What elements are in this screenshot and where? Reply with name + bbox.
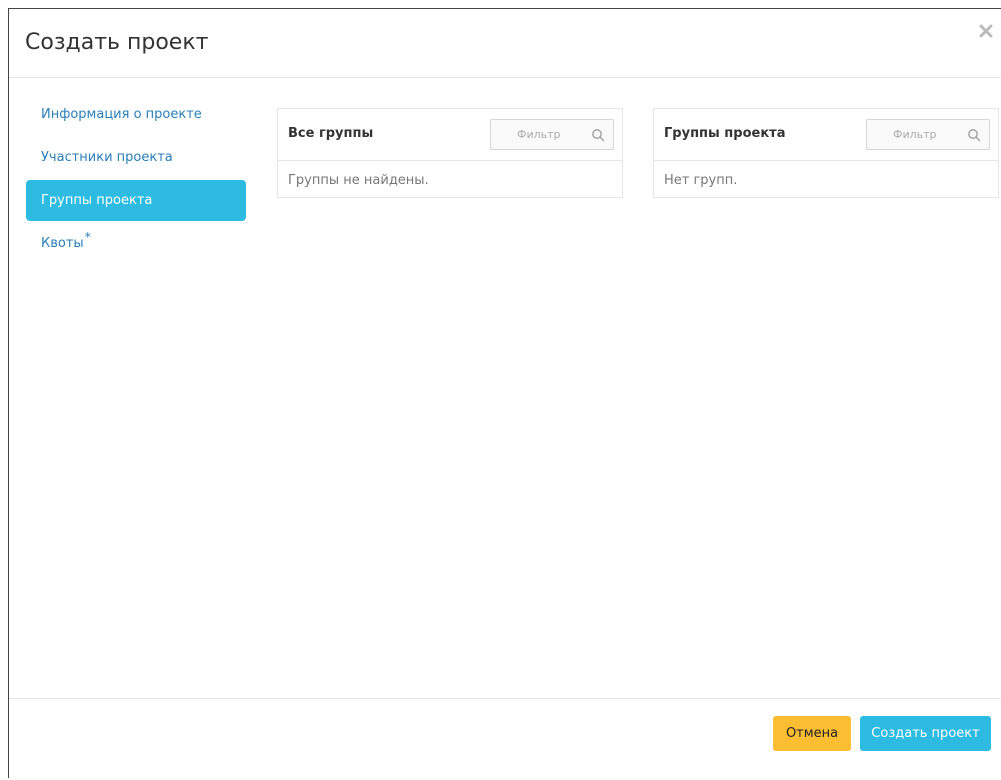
nav-item-label: Участники проекта	[41, 150, 173, 165]
project-groups-filter-input[interactable]	[867, 120, 967, 149]
nav-item-label: Информация о проекте	[41, 107, 202, 122]
create-project-button[interactable]: Создать проект	[860, 716, 991, 751]
all-groups-header: Все группы	[278, 109, 622, 161]
nav-item-project-info[interactable]: Информация о проекте	[26, 94, 246, 135]
all-groups-empty-text: Группы не найдены.	[288, 173, 429, 188]
search-icon	[592, 129, 605, 142]
project-groups-title: Группы проекта	[664, 126, 786, 141]
all-groups-panel: Все группы Группы не найдены.	[277, 108, 623, 198]
nav-item-label: Группы проекта	[41, 193, 153, 208]
all-groups-title: Все группы	[288, 126, 374, 141]
cancel-button[interactable]: Отмена	[773, 716, 851, 751]
project-groups-empty-text: Нет групп.	[664, 173, 738, 188]
nav-item-label: Квоты	[41, 236, 84, 251]
nav-item-quotas[interactable]: Квоты*	[26, 223, 246, 264]
wizard-nav: Информация о проекте Участники проекта Г…	[26, 94, 246, 266]
dialog-title: Создать проект	[25, 30, 209, 55]
project-groups-filter[interactable]	[866, 119, 990, 150]
create-project-dialog: Создать проект Информация о проекте Учас…	[8, 8, 1001, 778]
project-groups-panel: Группы проекта Нет групп.	[653, 108, 999, 198]
all-groups-filter[interactable]	[490, 119, 614, 150]
nav-item-project-members[interactable]: Участники проекта	[26, 137, 246, 178]
project-groups-header: Группы проекта	[654, 109, 998, 161]
all-groups-filter-input[interactable]	[491, 120, 591, 149]
required-marker: *	[84, 230, 91, 244]
close-icon[interactable]	[979, 23, 993, 38]
search-icon	[968, 129, 981, 142]
dialog-footer: Отмена Создать проект	[9, 698, 1001, 780]
dialog-header: Создать проект	[9, 9, 1001, 78]
nav-item-project-groups[interactable]: Группы проекта	[26, 180, 246, 221]
close-icon-glyph	[979, 24, 993, 38]
